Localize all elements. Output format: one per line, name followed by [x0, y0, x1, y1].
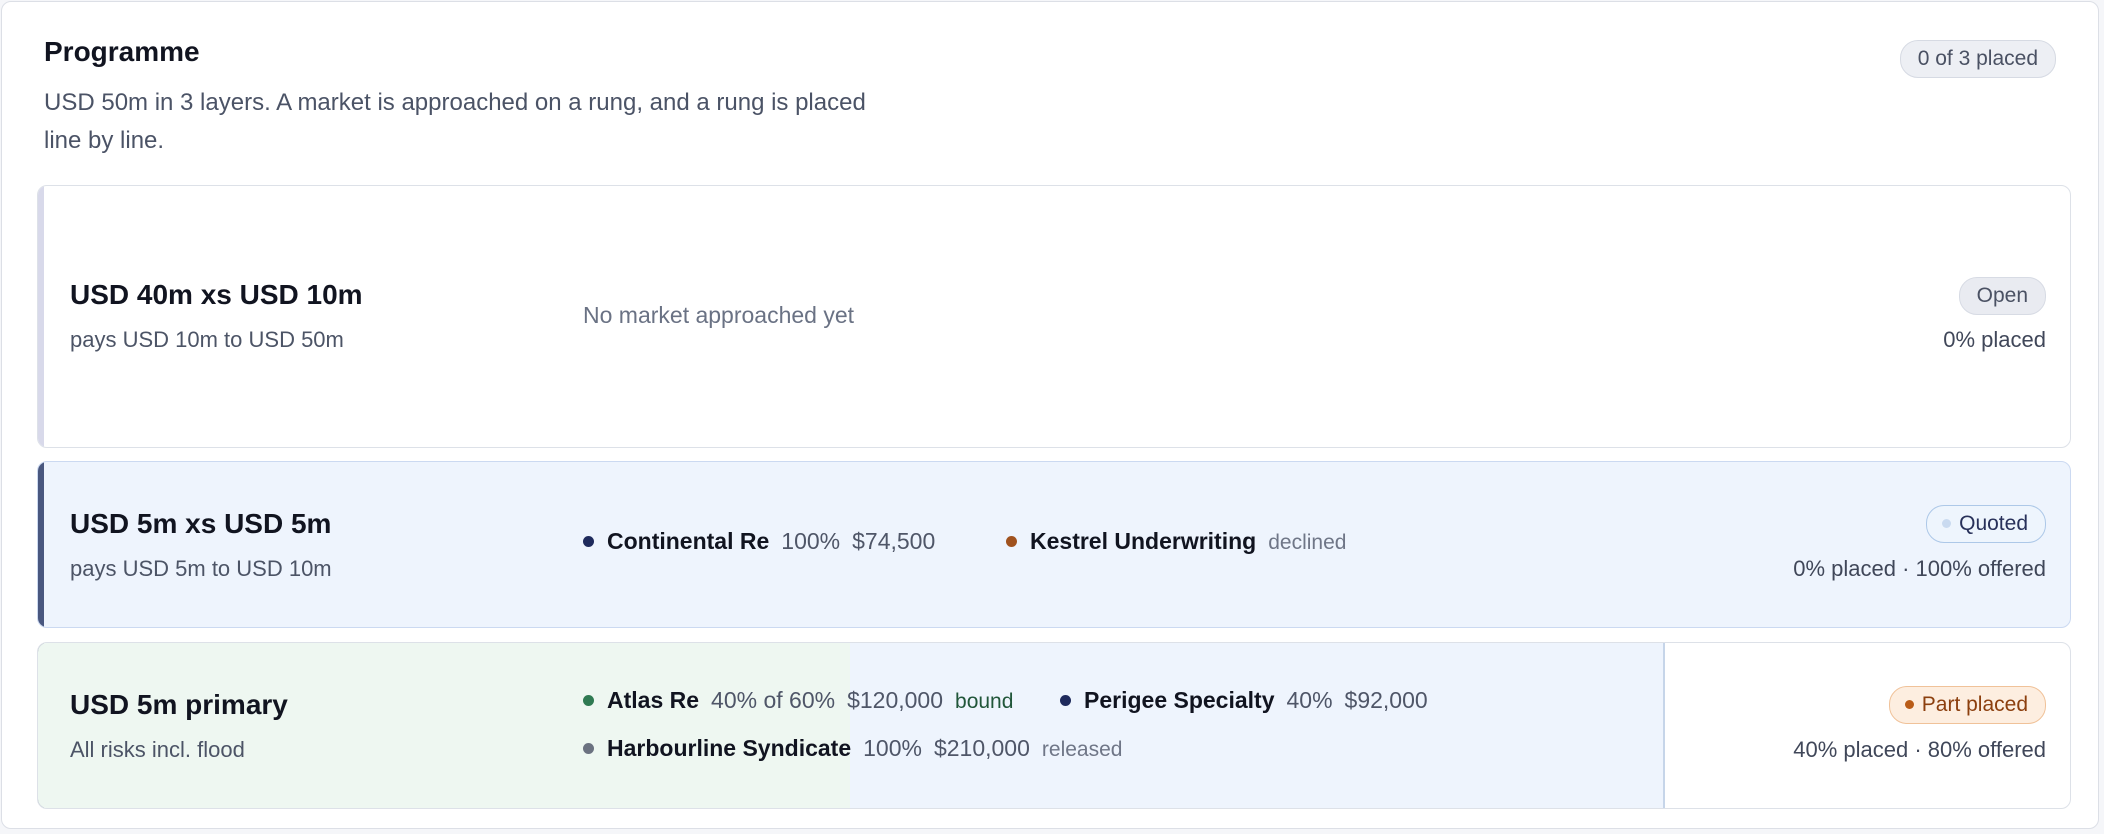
market-premium: $120,000: [847, 687, 944, 713]
status-dot: [1904, 700, 1914, 709]
market-status-dot: [1006, 536, 1017, 547]
market-line[interactable]: Atlas Re 40% of 60% $120,000 bound: [583, 687, 1013, 714]
status-badge: Part placed: [1888, 686, 2046, 724]
market-status-dot: [1060, 695, 1071, 706]
layer-name: USD 5m primary: [70, 689, 288, 720]
status-badge: Open: [1958, 277, 2046, 315]
programme-title: Programme: [44, 36, 200, 67]
placement-text: 0% placed: [1943, 327, 2046, 352]
no-market-note: No market approached yet: [583, 302, 855, 328]
layer-description: All risks incl. flood: [70, 737, 245, 762]
layer-row[interactable]: USD 5m xs USD 5m pays USD 5m to USD 10m …: [37, 461, 2071, 628]
market-status-dot: [583, 743, 594, 754]
status-label: Quoted: [1959, 512, 2028, 535]
offered-fill-bar: [850, 643, 1665, 808]
status-dot: [1942, 519, 1952, 528]
market-premium: $210,000: [933, 735, 1030, 761]
market-share: 40%: [1286, 687, 1333, 713]
layer-row[interactable]: USD 5m primary All risks incl. flood Atl…: [37, 642, 2071, 809]
market-state: released: [1041, 738, 1123, 761]
status-label: Open: [1976, 284, 2028, 307]
layer-description: pays USD 5m to USD 10m: [70, 556, 332, 581]
market-share: 40% of 60%: [711, 687, 836, 713]
market-premium: $74,500: [852, 528, 936, 554]
market-name: Continental Re: [607, 528, 770, 554]
market-state: bound: [955, 690, 1014, 713]
market-status-dot: [583, 695, 594, 706]
market-line[interactable]: Continental Re 100% $74,500: [583, 528, 947, 555]
programme-panel: Programme USD 50m in 3 layers. A market …: [1, 1, 2099, 829]
market-status-dot: [583, 536, 594, 547]
placement-text: 40% placed · 80% offered: [1793, 737, 2046, 762]
placement-summary-badge: 0 of 3 placed: [1899, 40, 2056, 78]
market-share: 100%: [863, 735, 922, 761]
market-premium: $92,000: [1344, 687, 1428, 713]
bound-fill-bar: [38, 643, 851, 808]
status-badge: Quoted: [1926, 505, 2046, 543]
market-line[interactable]: Harbourline Syndicate 100% $210,000 rele…: [583, 735, 1122, 762]
programme-description: USD 50m in 3 layers. A market is approac…: [44, 89, 866, 154]
market-line[interactable]: Perigee Specialty 40% $92,000: [1060, 687, 1440, 714]
market-name: Harbourline Syndicate: [607, 735, 852, 761]
layer-description: pays USD 10m to USD 50m: [70, 327, 344, 352]
market-name: Atlas Re: [607, 687, 700, 713]
market-line[interactable]: Kestrel Underwriting declined: [1006, 528, 1346, 555]
market-share: 100%: [781, 528, 841, 554]
layer-name: USD 40m xs USD 10m: [70, 279, 363, 310]
market-name: Kestrel Underwriting: [1030, 528, 1257, 554]
layer-name: USD 5m xs USD 5m: [70, 508, 332, 539]
placement-text: 0% placed · 100% offered: [1793, 556, 2046, 581]
layer-row[interactable]: USD 40m xs USD 10m pays USD 10m to USD 5…: [37, 185, 2071, 448]
market-name: Perigee Specialty: [1084, 687, 1275, 713]
status-label: Part placed: [1921, 693, 2028, 716]
market-state: declined: [1268, 531, 1347, 554]
